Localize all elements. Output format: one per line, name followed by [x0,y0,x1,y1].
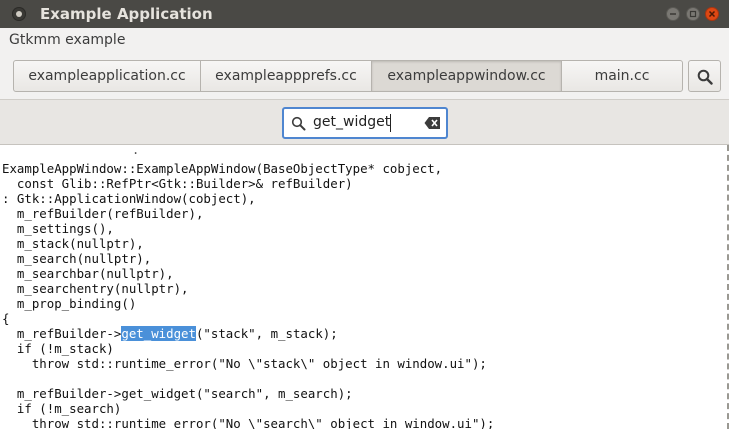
source-view[interactable]: . ExampleAppWindow::ExampleAppWindow(Bas… [0,145,729,429]
maximize-button[interactable] [686,7,700,21]
file-tab-bar: exampleapplication.cc exampleappprefs.cc… [13,60,683,92]
code-line: { [2,311,10,326]
code-line: throw std::runtime_error("No \"search\" … [2,416,495,429]
code-line: m_searchbar(nullptr), [2,266,174,281]
search-icon [291,116,306,131]
search-toggle-button[interactable] [688,60,721,92]
code-text: ExampleAppWindow::ExampleAppWindow(BaseO… [2,161,494,429]
code-line: m_stack(nullptr), [2,236,144,251]
close-icon [708,10,716,18]
code-line: m_searchentry(nullptr), [2,281,189,296]
tab-exampleappwindow[interactable]: exampleappwindow.cc [372,61,562,91]
text-cursor [390,114,391,132]
menu-item-gtkmm-example[interactable]: Gtkmm example [9,32,125,48]
code-line: : Gtk::ApplicationWindow(cobject), [2,191,256,206]
search-input-text: get_widget [313,114,391,130]
code-line: if (!m_stack) [2,341,114,356]
code-line: m_search(nullptr), [2,251,152,266]
code-line: m_prop_binding() [2,296,137,311]
code-line: m_settings(), [2,221,114,236]
code-line: if (!m_search) [2,401,122,416]
search-input[interactable]: get_widget [282,107,448,139]
code-line: ExampleAppWindow::ExampleAppWindow(BaseO… [2,161,443,176]
code-line: const Glib::RefPtr<Gtk::Builder>& refBui… [2,176,353,191]
tab-exampleapplication[interactable]: exampleapplication.cc [14,61,201,91]
minimize-button[interactable] [666,7,680,21]
menu-bar: Gtkmm example [0,28,729,54]
scroll-remnant: . [132,145,140,157]
code-line: throw std::runtime_error("No \"stack\" o… [2,356,487,371]
code-line: m_refBuilder->get_widget("search", m_sea… [2,386,353,401]
minimize-icon [670,13,676,15]
code-line: m_refBuilder->get_widget("stack", m_stac… [2,326,338,341]
search-icon [697,69,713,85]
window-title: Example Application [40,5,213,23]
clear-icon[interactable] [424,116,441,130]
tab-exampleappprefs[interactable]: exampleappprefs.cc [201,61,372,91]
close-button[interactable] [705,7,719,21]
maximize-icon [689,10,697,18]
code-line: m_refBuilder(refBuilder), [2,206,204,221]
tab-main[interactable]: main.cc [562,61,682,91]
title-bar: Example Application [0,0,729,28]
app-icon [12,7,26,21]
search-match-highlight: get_widget [121,326,196,341]
